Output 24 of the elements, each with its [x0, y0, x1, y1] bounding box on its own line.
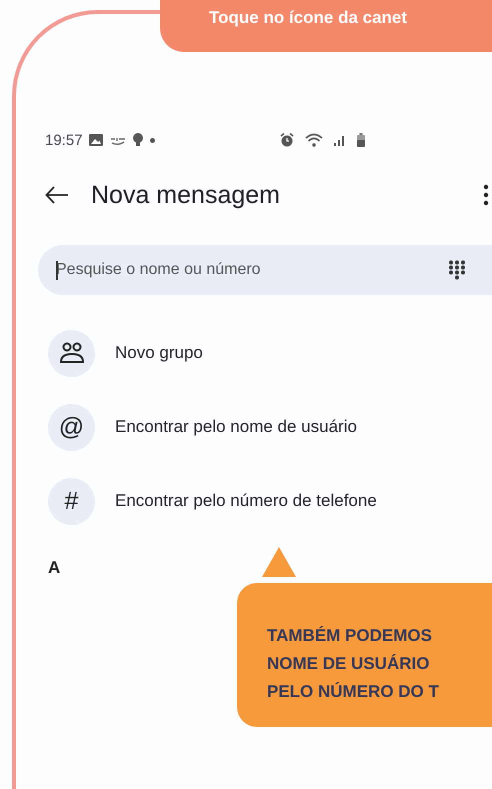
status-time: 19:57 — [45, 132, 83, 148]
lightbulb-icon — [132, 133, 143, 147]
app-logo-icon — [110, 136, 126, 144]
menu-option[interactable]: Novo grupo — [115, 343, 203, 363]
alarm-icon — [280, 133, 294, 147]
symbol-icon[interactable]: # — [48, 478, 95, 524]
menu-option[interactable]: Encontrar pelo nome de usuário — [115, 417, 357, 437]
dot-icon — [150, 138, 155, 142]
menu-option[interactable]: Encontrar pelo número de telefone — [115, 491, 377, 511]
back-arrow-icon[interactable] — [45, 186, 69, 204]
section-letter: A — [48, 558, 60, 578]
screen-title: Nova mensagem — [91, 180, 280, 210]
people-icon[interactable] — [48, 330, 95, 376]
symbol-icon[interactable]: @ — [48, 404, 95, 450]
callout-text: TAMBÉM PODEMOS NOME DE USUÁRIO PELO NÚMERO DO T — [267, 625, 439, 703]
dialpad-icon[interactable] — [448, 260, 466, 280]
signal-icon — [334, 134, 346, 146]
search-field[interactable]: Pesquise o nome ou número — [38, 245, 492, 295]
wifi-icon — [304, 133, 323, 147]
image-icon — [88, 134, 103, 146]
instruction-banner: Toque no ícone da canet — [160, 0, 492, 52]
pointer-triangle — [262, 547, 296, 577]
more-options-icon[interactable] — [483, 184, 489, 206]
battery-icon — [356, 133, 365, 147]
